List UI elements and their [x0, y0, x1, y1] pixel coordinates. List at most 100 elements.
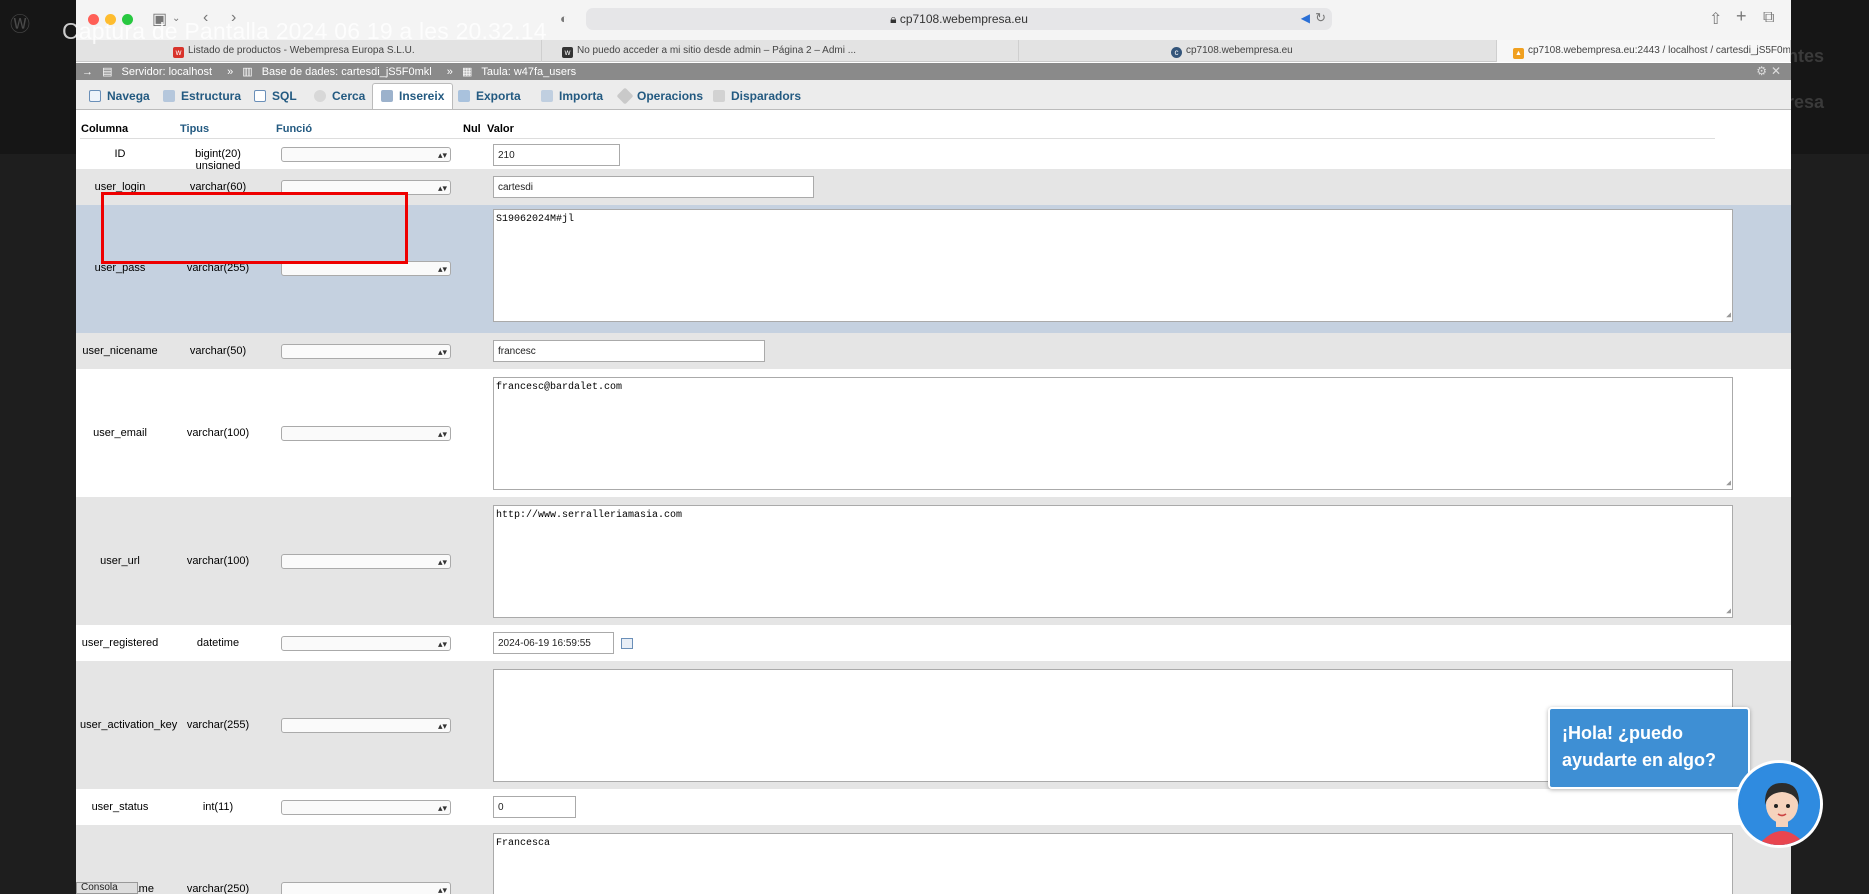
- table-row: user_url varchar(100) ▴▾ http://www.serr…: [76, 497, 1791, 625]
- wordpress-icon: Ⓦ: [10, 14, 30, 36]
- search-icon: [314, 90, 326, 102]
- function-select[interactable]: ▴▾: [281, 882, 451, 894]
- speaker-icon[interactable]: ◀︎: [1301, 11, 1310, 25]
- tab-insereix[interactable]: Insereix: [372, 83, 454, 109]
- function-select[interactable]: ▴▾: [281, 636, 451, 651]
- column-name: user_email: [93, 427, 147, 439]
- column-name: user_activation_key: [80, 719, 178, 731]
- function-select[interactable]: ▴▾: [281, 718, 451, 733]
- column-name: user_registered: [81, 637, 159, 649]
- value-textarea[interactable]: http://www.serralleriamasia.com ◢: [493, 505, 1733, 618]
- favicon-icon: ▲: [1513, 48, 1524, 59]
- resize-handle-icon[interactable]: ◢: [1726, 312, 1731, 320]
- tab-disparadors[interactable]: Disparadors: [704, 83, 810, 109]
- tab-operacions[interactable]: Operacions: [610, 83, 712, 109]
- value-input[interactable]: 2024-06-19 16:59:55: [493, 632, 614, 654]
- resize-handle-icon[interactable]: ◢: [1726, 608, 1731, 616]
- value-textarea[interactable]: S19062024M#jl ◢: [493, 209, 1733, 322]
- select-arrows-icon: ▴▾: [437, 264, 447, 274]
- tab-estructura[interactable]: Estructura: [154, 83, 250, 109]
- value-input[interactable]: 0: [493, 796, 576, 818]
- column-type: datetime: [196, 637, 240, 649]
- structure-icon: [163, 90, 175, 102]
- pma-tabbar: Navega Estructura SQL Cerca Insereix Exp…: [76, 80, 1791, 110]
- browse-icon: [89, 90, 101, 102]
- server-icon: ▤: [102, 66, 116, 78]
- column-type: varchar(255): [186, 719, 250, 731]
- favicon-icon: w: [173, 47, 184, 58]
- chat-greeting-bubble[interactable]: ¡Hola! ¿puedo ayudarte en algo?: [1548, 707, 1750, 789]
- value-textarea[interactable]: Francesca: [493, 833, 1733, 894]
- table-row: user_activation_key varchar(255) ▴▾ ◢: [76, 661, 1791, 789]
- browser-tab-phpmyadmin[interactable]: ▲ cp7108.webempresa.eu:2443 / localhost /…: [1497, 40, 1791, 62]
- breadcrumb-database[interactable]: ▥ Base de dades: cartesdi_jS5F0mkl: [242, 66, 437, 78]
- column-header-tipus[interactable]: Tipus: [180, 123, 209, 135]
- column-type: varchar(50): [189, 345, 247, 357]
- value-textarea[interactable]: ◢: [493, 669, 1733, 782]
- new-tab-icon[interactable]: +: [1736, 6, 1747, 27]
- value-textarea[interactable]: francesc@bardalet.com ◢: [493, 377, 1733, 490]
- function-select[interactable]: ▴▾: [281, 800, 451, 815]
- table-row: user_email varchar(100) ▴▾ francesc@bard…: [76, 369, 1791, 497]
- select-arrows-icon: ▴▾: [437, 150, 447, 160]
- value-input[interactable]: francesc: [493, 340, 765, 362]
- favicon-icon: w: [562, 47, 573, 58]
- console-button[interactable]: Consola: [76, 882, 138, 894]
- resize-handle-icon[interactable]: ◢: [1726, 480, 1731, 488]
- tab-importa[interactable]: Importa: [532, 83, 612, 109]
- function-select[interactable]: ▴▾: [281, 554, 451, 569]
- browser-tab-forum[interactable]: w No puedo acceder a mi sitio desde admin…: [542, 40, 1019, 62]
- tab-cerca[interactable]: Cerca: [305, 83, 374, 109]
- select-arrows-icon: ▴▾: [437, 347, 447, 357]
- function-select[interactable]: ▴▾: [281, 147, 451, 162]
- tab-navega[interactable]: Navega: [80, 83, 159, 109]
- select-arrows-icon: ▴▾: [437, 429, 447, 439]
- separator-icon: »: [227, 66, 234, 78]
- column-type: varchar(250): [186, 883, 250, 894]
- shield-icon[interactable]: ◐: [560, 11, 568, 26]
- column-name: ID: [114, 148, 126, 160]
- gear-icon[interactable]: ⚙: [1756, 64, 1767, 78]
- backdrop-text: resa: [1786, 92, 1824, 112]
- agent-avatar-icon: [1740, 765, 1820, 845]
- tab-overview-icon[interactable]: ⧉: [1763, 9, 1774, 27]
- column-header-funcio[interactable]: Funció: [276, 123, 312, 135]
- column-name: user_status: [91, 801, 149, 813]
- value-input[interactable]: cartesdi: [493, 176, 814, 198]
- reload-icon[interactable]: ↻: [1315, 10, 1326, 26]
- table-row: ID bigint(20) unsigned ▴▾ 210: [76, 139, 1791, 172]
- share-icon[interactable]: ⇧: [1709, 9, 1722, 29]
- insert-icon: [381, 90, 393, 102]
- chat-avatar-button[interactable]: [1735, 760, 1823, 848]
- close-icon[interactable]: ✕: [1771, 64, 1781, 78]
- browser-tab-cpanel[interactable]: c cp7108.webempresa.eu: [1019, 40, 1497, 62]
- column-header-valor: Valor: [487, 123, 514, 135]
- select-arrows-icon: ▴▾: [437, 557, 447, 567]
- table-icon: ▦: [461, 66, 476, 78]
- value-input[interactable]: 210: [493, 144, 620, 166]
- select-arrows-icon: ▴▾: [437, 183, 447, 193]
- breadcrumb-server[interactable]: ▤ Servidor: localhost: [102, 66, 218, 78]
- function-select[interactable]: ▴▾: [281, 344, 451, 359]
- function-select[interactable]: ▴▾: [281, 426, 451, 441]
- separator-icon: »: [446, 66, 453, 78]
- database-icon: ▥: [242, 66, 256, 78]
- select-arrows-icon: ▴▾: [437, 885, 447, 894]
- calendar-icon[interactable]: [621, 638, 633, 649]
- browser-window: ▣ ⌄ ‹ › ◐ 🔒︎ cp7108.webempresa.eu ◀︎ ↻ ⇧…: [76, 0, 1791, 894]
- column-type: varchar(100): [186, 555, 250, 567]
- tab-sql[interactable]: SQL: [245, 83, 306, 109]
- select-arrows-icon: ▴▾: [437, 721, 447, 731]
- trigger-icon: [713, 90, 725, 102]
- table-row: user_registered datetime ▴▾ 2024-06-19 1…: [76, 625, 1791, 661]
- backdrop-text: ntes: [1786, 46, 1824, 66]
- tab-exporta[interactable]: Exporta: [449, 83, 530, 109]
- column-name: user_nicename: [82, 345, 158, 357]
- lock-icon: 🔒︎: [890, 12, 900, 26]
- address-bar[interactable]: 🔒︎ cp7108.webempresa.eu ◀︎ ↻: [586, 8, 1332, 30]
- screenshot-title: Captura de Pantalla 2024 06 19 a les 20.…: [62, 18, 547, 44]
- table-row: display_name varchar(250) ▴▾ Francesca: [76, 825, 1791, 894]
- insert-form: Columna Tipus Funció Nul Valor ID bigint…: [76, 111, 1791, 894]
- breadcrumb-table[interactable]: ▦ Taula: w47fa_users: [462, 66, 582, 78]
- console-label: Consola: [81, 882, 118, 893]
